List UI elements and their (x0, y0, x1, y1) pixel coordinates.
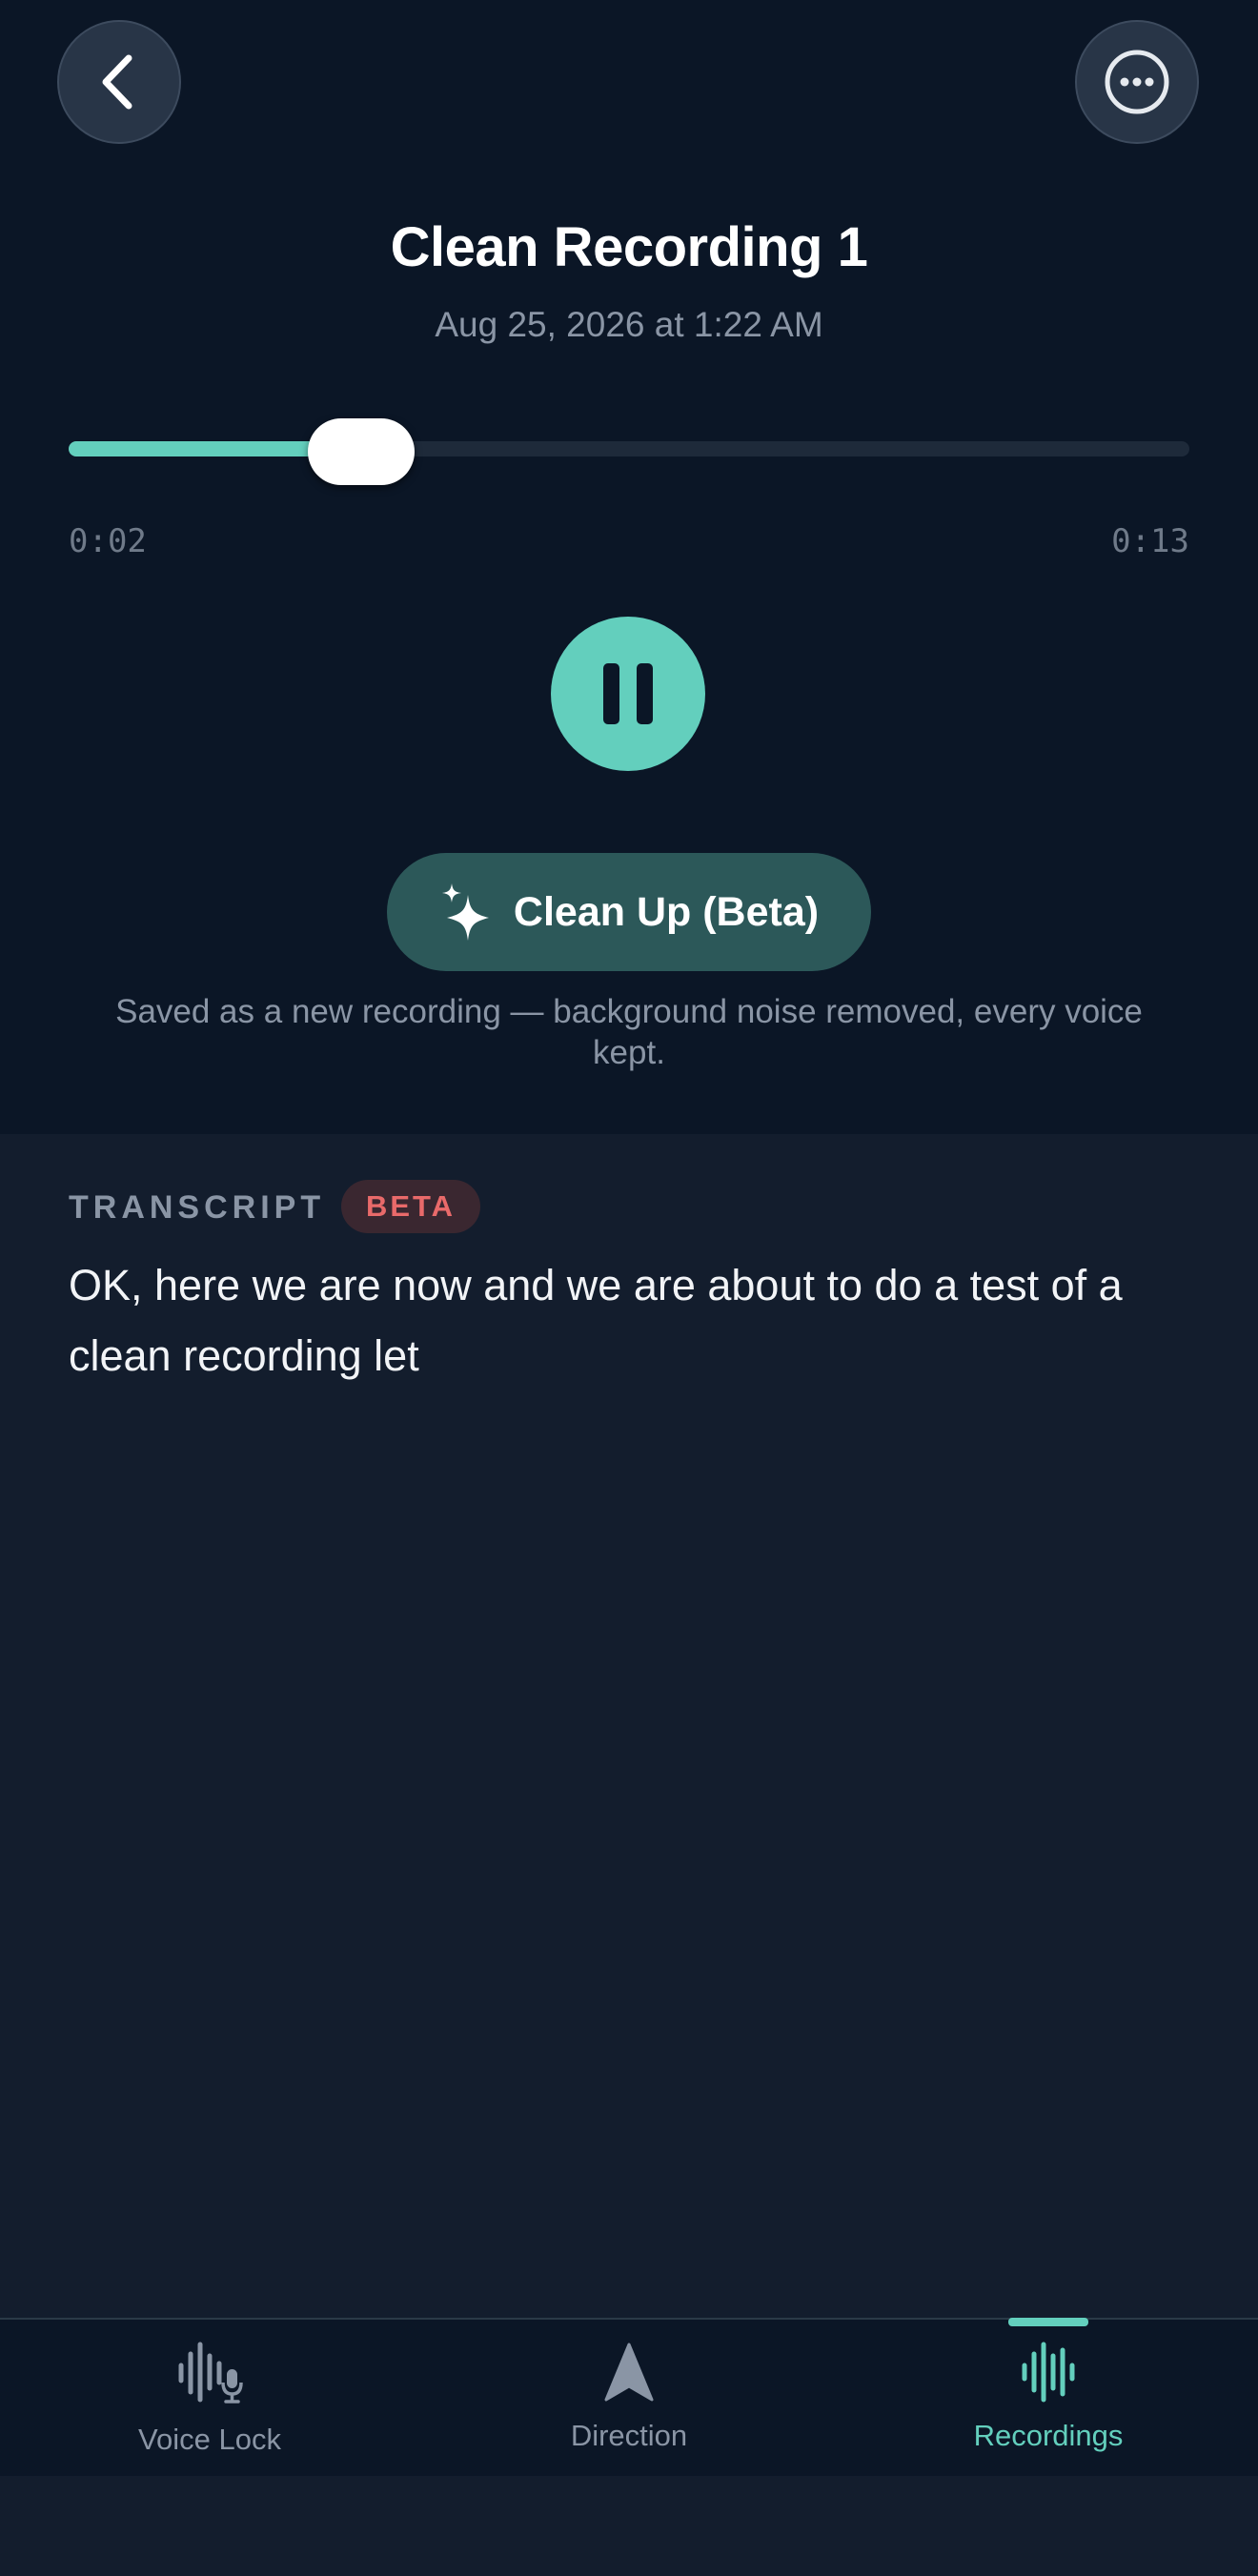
playback-scrubber[interactable] (69, 441, 1189, 456)
chevron-left-icon (102, 54, 132, 110)
transcript-text: OK, here we are now and we are about to … (69, 1261, 1123, 1380)
clean-up-label: Clean Up (Beta) (513, 888, 820, 935)
pause-button[interactable] (551, 617, 705, 771)
tab-voice-lock[interactable]: Voice Lock (0, 2320, 419, 2476)
tab-recordings[interactable]: Recordings (839, 2320, 1258, 2476)
tab-label-voice-lock: Voice Lock (138, 2423, 281, 2456)
direction-arrow-icon (604, 2343, 654, 2402)
recording-title: Clean Recording 1 (390, 216, 868, 278)
pause-icon (595, 663, 661, 724)
scrubber-thumb[interactable] (307, 418, 415, 485)
total-time: 0:13 (1111, 522, 1189, 560)
tab-bar: Voice Lock Direction Recordings (0, 2318, 1258, 2476)
more-horizontal-icon (1105, 50, 1169, 114)
tab-label-direction: Direction (570, 2419, 688, 2452)
back-button[interactable] (57, 20, 181, 144)
clean-up-description: Saved as a new recording — background no… (115, 993, 1143, 1071)
player-panel: Clean Recording 1 Aug 25, 2026 at 1:22 A… (0, 0, 1258, 1134)
elapsed-time: 0:02 (69, 522, 147, 560)
clean-up-button[interactable]: Clean Up (Beta) (387, 853, 871, 971)
tab-label-recordings: Recordings (973, 2419, 1124, 2452)
beta-badge: BETA (341, 1180, 480, 1233)
recording-date: Aug 25, 2026 at 1:22 AM (435, 305, 823, 344)
waveform-mic-icon (178, 2342, 243, 2404)
sparkles-icon (441, 883, 489, 941)
more-options-button[interactable] (1075, 20, 1199, 144)
transcript-heading: TRANSCRIPT (69, 1189, 326, 1226)
tab-direction[interactable]: Direction (419, 2320, 839, 2476)
waveform-icon (1022, 2342, 1075, 2403)
